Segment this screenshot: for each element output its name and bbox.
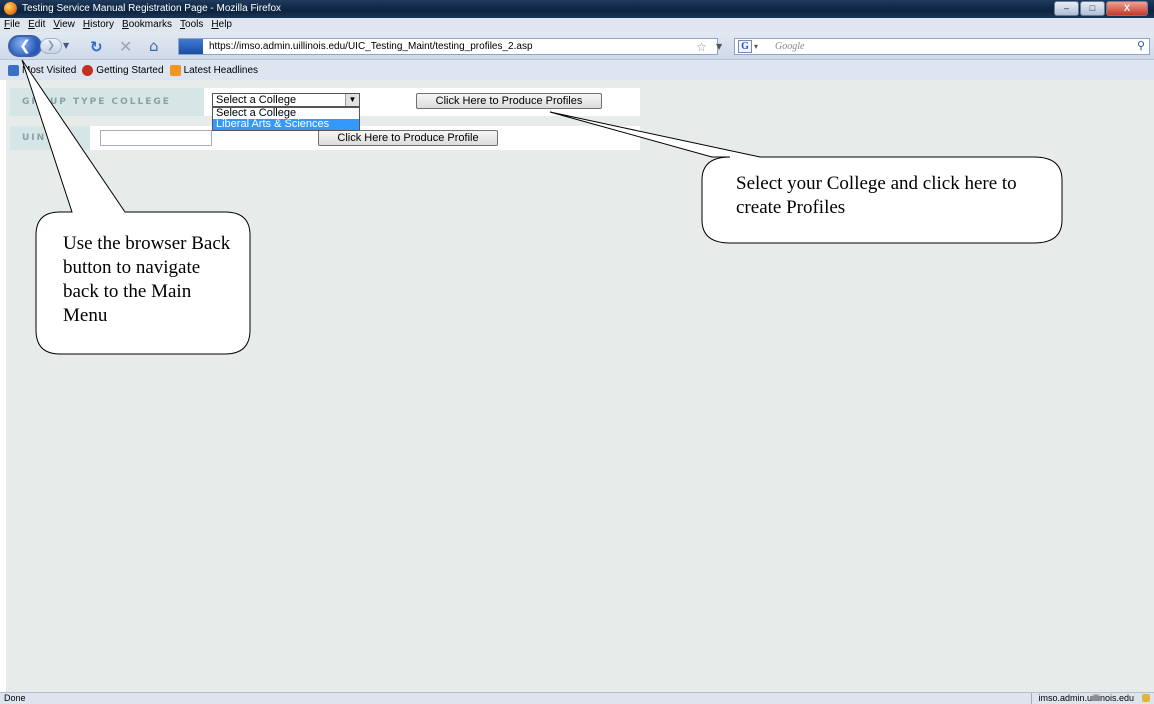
url-dropdown-icon[interactable]: ▼ [716,42,722,51]
window-title-bar: Testing Service Manual Registration Page… [0,0,1154,18]
college-option-highlighted[interactable]: Liberal Arts & Sciences [213,119,359,130]
bookmark-label: Latest Headlines [183,64,259,76]
group-type-label: GROUP TYPE COLLEGE [10,88,204,116]
lock-icon[interactable] [1142,694,1150,702]
forward-button[interactable]: ❯ [40,38,62,54]
home-icon[interactable]: ⌂ [149,37,159,55]
back-button-callout: Use the browser Back button to navigate … [63,233,231,326]
reload-icon[interactable]: ↻ [90,38,103,56]
bookmark-label: Getting Started [96,64,164,76]
window-controls: – □ X [1053,1,1148,16]
rss-icon [169,64,181,76]
minimize-button[interactable]: – [1054,1,1079,16]
window-title: Testing Service Manual Registration Page… [22,3,281,14]
bookmarks-toolbar: Most Visited Getting Started Latest Head… [0,60,1154,80]
url-text: https://imso.admin.uillinois.edu/UIC_Tes… [209,41,533,52]
bookmark-star-icon[interactable]: ☆ [696,40,707,54]
stop-icon[interactable]: ✕ [119,37,132,56]
search-input[interactable]: G ▾ Google ⚲ [734,38,1150,55]
google-engine-icon[interactable]: G [738,40,752,53]
close-button[interactable]: X [1106,1,1148,16]
menu-bar: File Edit View History Bookmarks Tools H… [0,18,1154,32]
college-select[interactable]: Select a College ▼ [212,93,360,107]
search-icon[interactable]: ⚲ [1137,39,1145,54]
site-identity-icon[interactable] [179,39,203,54]
address-bar[interactable]: https://imso.admin.uillinois.edu/UIC_Tes… [178,38,718,55]
bookmark-getting-started[interactable]: Getting Started [82,64,164,76]
search-placeholder: Google [775,41,805,52]
menu-view[interactable]: View [53,18,75,32]
uin-label: UIN [10,126,90,150]
engine-dropdown-icon[interactable]: ▾ [754,39,758,54]
produce-profile-button[interactable]: Click Here to Produce Profile [318,130,498,146]
firefox-icon [4,2,17,15]
college-select-value: Select a College [216,94,297,106]
getting-started-icon [82,64,94,76]
menu-history[interactable]: History [83,18,114,32]
bookmark-label: Most Visited [22,64,77,76]
menu-file[interactable]: File [4,18,20,32]
menu-edit[interactable]: Edit [28,18,45,32]
status-bar: Done imso.admin.uillinois.edu [0,692,1154,704]
menu-bookmarks[interactable]: Bookmarks [122,18,172,32]
bookmark-most-visited[interactable]: Most Visited [8,64,77,76]
history-dropdown-icon[interactable]: ▼ [63,41,69,50]
status-host: imso.admin.uillinois.edu [1031,693,1134,704]
menu-tools[interactable]: Tools [180,18,203,32]
select-college-callout: Select your College and click here to cr… [736,173,1017,218]
menu-help[interactable]: Help [211,18,232,32]
produce-profiles-button[interactable]: Click Here to Produce Profiles [416,93,602,109]
college-row: GROUP TYPE COLLEGE Select a College ▼ Se… [10,88,640,131]
chevron-down-icon[interactable]: ▼ [345,94,359,106]
maximize-button[interactable]: □ [1080,1,1105,16]
status-text: Done [4,693,26,703]
back-button[interactable]: ❮ [8,35,42,57]
college-dropdown-list: Select a College Liberal Arts & Sciences [212,107,360,131]
most-visited-icon [8,64,19,76]
bookmark-latest-headlines[interactable]: Latest Headlines [169,64,259,76]
navigation-toolbar: ❮ ❯ ▼ ↻ ✕ ⌂ https://imso.admin.uillinois… [0,32,1154,60]
uin-input[interactable] [100,130,212,146]
